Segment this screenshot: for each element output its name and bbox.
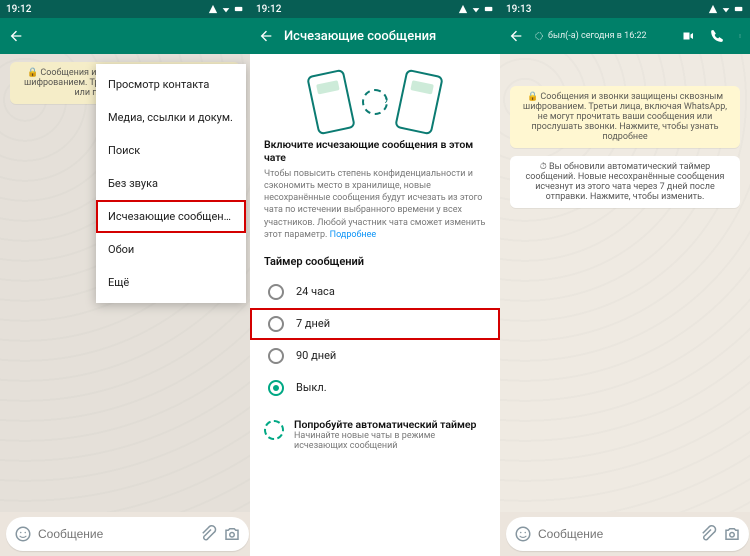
chat-body: Сегодня 🔒 Сообщения и звонки защищены ск… [500, 54, 750, 512]
attach-icon[interactable] [199, 525, 217, 543]
status-icons [208, 4, 244, 14]
menu-media[interactable]: Медиа, ссылки и докум. [96, 101, 246, 134]
emoji-icon[interactable] [14, 525, 32, 543]
menu-more[interactable]: Ещё [96, 266, 246, 299]
disappearing-notice[interactable]: ⏱ Вы обновили автоматический таймер сооб… [510, 156, 740, 208]
arrow-left-icon [258, 28, 274, 44]
battery-icon [234, 4, 244, 14]
camera-icon[interactable] [723, 525, 741, 543]
message-input[interactable] [38, 527, 193, 541]
phone-screen-2: 19:12 Исчезающие сообщения Включите исче… [250, 0, 500, 556]
menu-view-contact[interactable]: Просмотр контакта [96, 68, 246, 101]
overflow-menu: Просмотр контакта Медиа, ссылки и докум.… [96, 64, 246, 303]
appbar: был(-а) сегодня в 16:22 [500, 18, 750, 54]
option-off[interactable]: Выкл. [250, 372, 500, 404]
lead-heading: Включите исчезающие сообщения в этом чат… [264, 138, 486, 164]
timer-small-icon [534, 31, 544, 41]
status-icons [708, 4, 744, 14]
composer [500, 512, 750, 556]
wifi-icon [721, 4, 731, 14]
message-input[interactable] [538, 527, 693, 541]
clock: 19:12 [256, 4, 281, 15]
try-auto-timer[interactable]: Попробуйте автоматический таймер Начинай… [250, 404, 500, 451]
composer [0, 512, 250, 556]
appbar [0, 18, 250, 54]
chat-body: 🔒 Сообщения и звонки защищены сквозным ш… [0, 54, 250, 512]
battery-icon [734, 4, 744, 14]
section-timer: Таймер сообщений [250, 241, 500, 276]
illustration [250, 54, 500, 138]
appbar: Исчезающие сообщения [250, 18, 500, 54]
message-input-wrap[interactable] [506, 517, 749, 551]
option-90d[interactable]: 90 дней [250, 340, 500, 372]
wifi-icon [471, 4, 481, 14]
arrow-left-icon [508, 28, 524, 44]
signal-icon [458, 4, 468, 14]
phone-illus-left [306, 69, 356, 136]
statusbar: 19:13 [500, 0, 750, 18]
clock: 19:12 [6, 4, 31, 15]
phone-screen-1: 19:12 🔒 Сообщения и звонки защищены скво… [0, 0, 250, 556]
menu-disappearing[interactable]: Исчезающие сообщения [96, 200, 246, 233]
try-desc: Начинайте новые чаты в режиме исчезающих… [294, 431, 486, 451]
learn-more-link[interactable]: Подробнее [330, 230, 377, 240]
presence-text: был(-а) сегодня в 16:22 [534, 31, 647, 41]
back-button[interactable] [508, 28, 524, 44]
attach-icon[interactable] [699, 525, 717, 543]
menu-mute[interactable]: Без звука [96, 167, 246, 200]
camera-icon[interactable] [223, 525, 241, 543]
encryption-notice[interactable]: 🔒 Сообщения и звонки защищены сквозным ш… [510, 86, 740, 148]
settings-body: Включите исчезающие сообщения в этом чат… [250, 54, 500, 556]
back-button[interactable] [258, 28, 274, 44]
phone-illus-right [394, 69, 444, 136]
emoji-icon[interactable] [514, 525, 532, 543]
try-title: Попробуйте автоматический таймер [294, 418, 486, 431]
overflow-icon[interactable] [738, 29, 742, 43]
timer-dashed-icon [264, 420, 284, 440]
signal-icon [708, 4, 718, 14]
status-icons [458, 4, 494, 14]
clock: 19:13 [506, 4, 531, 15]
battery-icon [484, 4, 494, 14]
option-7d[interactable]: 7 дней [250, 308, 500, 340]
voice-call-icon[interactable] [710, 29, 724, 43]
lead-description: Чтобы повысить степень конфиденциальност… [264, 168, 486, 241]
signal-icon [208, 4, 218, 14]
phone-screen-3: 19:13 был(-а) сегодня в 16:22 [500, 0, 750, 556]
arrow-left-icon [8, 28, 24, 44]
statusbar: 19:12 [0, 0, 250, 18]
option-24h[interactable]: 24 часа [250, 276, 500, 308]
menu-search[interactable]: Поиск [96, 134, 246, 167]
video-call-icon[interactable] [680, 30, 696, 42]
menu-wallpaper[interactable]: Обои [96, 233, 246, 266]
timer-icon [362, 89, 388, 115]
wifi-icon [221, 4, 231, 14]
back-button[interactable] [8, 28, 24, 44]
message-input-wrap[interactable] [6, 517, 249, 551]
statusbar: 19:12 [250, 0, 500, 18]
page-title: Исчезающие сообщения [284, 29, 492, 44]
